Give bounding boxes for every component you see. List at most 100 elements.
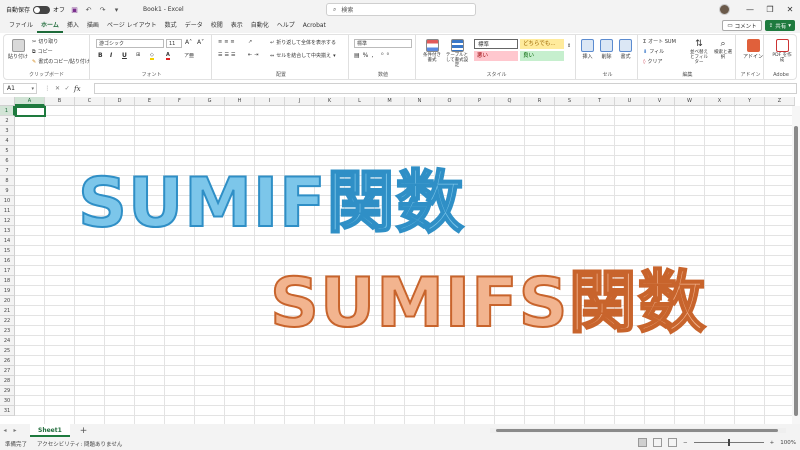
font-size-select[interactable]: 11 <box>166 39 182 48</box>
row-header[interactable]: 9 <box>0 186 15 196</box>
row-header[interactable]: 3 <box>0 126 15 136</box>
column-header[interactable]: W <box>675 97 705 106</box>
column-header[interactable]: R <box>525 97 555 106</box>
tab-file[interactable]: ファイル <box>5 19 37 33</box>
row-header[interactable]: 4 <box>0 136 15 146</box>
column-header[interactable]: T <box>585 97 615 106</box>
row-header[interactable]: 20 <box>0 296 15 306</box>
column-header[interactable]: S <box>555 97 585 106</box>
row-header[interactable]: 28 <box>0 376 15 386</box>
row-header[interactable]: 2 <box>0 116 15 126</box>
column-header[interactable]: A <box>15 97 45 106</box>
save-icon[interactable]: ▣ <box>70 5 79 14</box>
horizontal-scrollbar[interactable] <box>490 428 786 433</box>
tab-help[interactable]: ヘルプ <box>273 19 299 33</box>
name-box[interactable]: A1 <box>3 83 37 94</box>
paste-button[interactable]: 貼り付け <box>8 39 28 60</box>
underline-button[interactable]: U <box>122 52 127 59</box>
fill-button[interactable]: ⬇ フィル <box>643 48 664 56</box>
column-header[interactable]: Y <box>735 97 765 106</box>
customize-toolbar-icon[interactable]: ▾ <box>112 5 121 14</box>
undo-icon[interactable]: ↶ <box>84 5 93 14</box>
style-neutral[interactable]: どちらでも... <box>520 39 564 49</box>
column-header[interactable]: K <box>315 97 345 106</box>
row-header[interactable]: 14 <box>0 236 15 246</box>
find-select-button[interactable]: ⌕ 検索と選択 <box>712 39 734 60</box>
column-header[interactable]: E <box>135 97 165 106</box>
border-icon[interactable]: ⊞ <box>136 52 140 58</box>
autosave-control[interactable]: 自動保存 オフ <box>6 5 65 14</box>
active-cell-a1[interactable] <box>15 106 46 117</box>
delete-cells-button[interactable]: 削除 <box>600 39 613 60</box>
font-name-select[interactable]: 游ゴシック <box>96 39 164 48</box>
horizontal-align-icons[interactable]: ☰☰☰ <box>218 52 237 58</box>
tab-review[interactable]: 校閲 <box>207 19 227 33</box>
column-header[interactable]: X <box>705 97 735 106</box>
vertical-align-icons[interactable]: ≡≡≡ <box>218 39 237 45</box>
bold-button[interactable]: B <box>98 52 103 59</box>
tab-insert[interactable]: 挿入 <box>63 19 83 33</box>
zoom-slider[interactable] <box>693 439 764 446</box>
italic-button[interactable]: I <box>110 52 112 59</box>
next-sheet-icon[interactable]: ▸ <box>10 427 20 434</box>
column-header[interactable]: C <box>75 97 105 106</box>
column-header[interactable]: J <box>285 97 315 106</box>
column-header[interactable]: P <box>465 97 495 106</box>
format-cells-button[interactable]: 書式 <box>619 39 632 60</box>
select-all-corner[interactable] <box>0 97 15 106</box>
prev-sheet-icon[interactable]: ◂ <box>0 427 10 434</box>
tab-acrobat[interactable]: Acrobat <box>299 19 330 33</box>
row-header[interactable]: 22 <box>0 316 15 326</box>
row-header[interactable]: 16 <box>0 256 15 266</box>
column-header[interactable]: H <box>225 97 255 106</box>
row-header[interactable]: 11 <box>0 206 15 216</box>
row-header[interactable]: 17 <box>0 266 15 276</box>
tab-draw[interactable]: 描画 <box>83 19 103 33</box>
horizontal-scroll-thumb[interactable] <box>496 429 778 432</box>
clear-button[interactable]: ◊ クリア <box>643 58 663 66</box>
column-header[interactable]: D <box>105 97 135 106</box>
indent-icons[interactable]: ⇤⇥ <box>248 52 260 58</box>
accessibility-status[interactable]: アクセシビリティ: 問題ありません <box>37 440 122 448</box>
format-as-table-button[interactable]: テーブルとして書式設定 <box>445 39 469 68</box>
style-standard[interactable]: 標準 <box>474 39 518 49</box>
tab-view[interactable]: 表示 <box>227 19 247 33</box>
font-grow-icon[interactable]: A˄ <box>185 39 192 46</box>
column-header[interactable]: U <box>615 97 645 106</box>
column-header[interactable]: M <box>375 97 405 106</box>
redo-icon[interactable]: ↷ <box>98 5 107 14</box>
number-format-select[interactable]: 標準 <box>354 39 412 48</box>
add-sheet-button[interactable]: + <box>80 426 88 436</box>
row-header[interactable]: 29 <box>0 386 15 396</box>
row-header[interactable]: 15 <box>0 246 15 256</box>
search-input[interactable]: ⌕ 検索 <box>326 3 476 16</box>
row-header[interactable]: 10 <box>0 196 15 206</box>
row-header[interactable]: 19 <box>0 286 15 296</box>
row-header[interactable]: 31 <box>0 406 15 416</box>
row-header[interactable]: 13 <box>0 226 15 236</box>
tab-formulas[interactable]: 数式 <box>161 19 181 33</box>
normal-view-icon[interactable] <box>638 438 648 447</box>
autosave-toggle[interactable] <box>33 5 51 14</box>
row-header[interactable]: 30 <box>0 396 15 406</box>
column-header[interactable]: I <box>255 97 285 106</box>
enter-icon[interactable]: ✓ <box>65 85 70 92</box>
wrap-text-button[interactable]: ↵ 折り返して全体を表示する <box>270 39 336 47</box>
row-header[interactable]: 8 <box>0 176 15 186</box>
create-pdf-button[interactable]: PDF を作成 <box>771 39 793 63</box>
tab-data[interactable]: データ <box>181 19 207 33</box>
addins-button[interactable]: アドイン <box>743 39 763 60</box>
share-button[interactable]: ⇪ 共有 ▾ <box>764 20 795 31</box>
column-header[interactable]: L <box>345 97 375 106</box>
row-header[interactable]: 12 <box>0 216 15 226</box>
comment-button[interactable]: ▭ コメント <box>722 20 762 31</box>
row-header[interactable]: 21 <box>0 306 15 316</box>
conditional-format-button[interactable]: 条件付き書式 <box>421 39 443 63</box>
insert-cells-button[interactable]: 挿入 <box>581 39 594 60</box>
column-header[interactable]: G <box>195 97 225 106</box>
row-header[interactable]: 25 <box>0 346 15 356</box>
column-header[interactable]: O <box>435 97 465 106</box>
tab-home[interactable]: ホーム <box>37 19 63 33</box>
zoom-out-icon[interactable]: − <box>683 440 688 446</box>
row-header[interactable]: 18 <box>0 276 15 286</box>
